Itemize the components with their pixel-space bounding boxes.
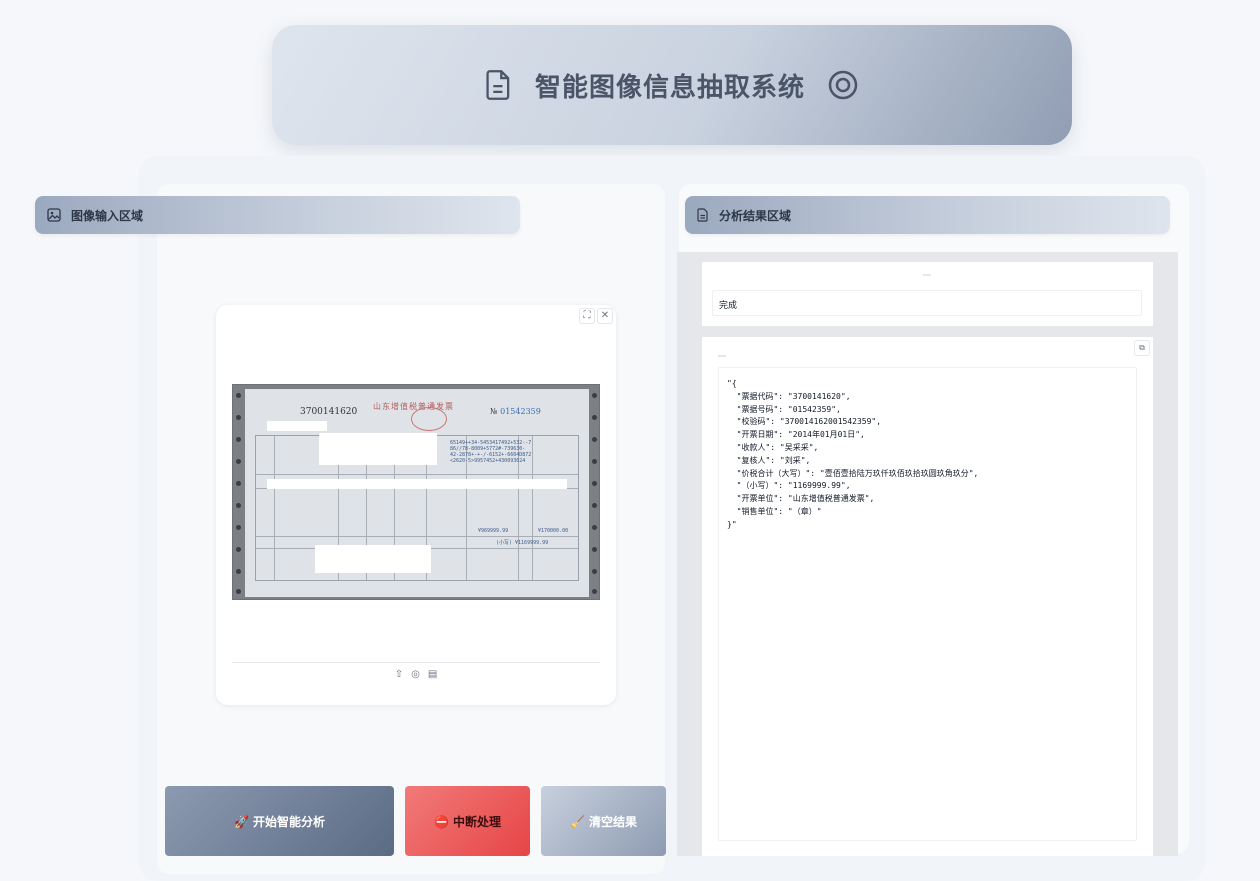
- status-field: 完成: [712, 290, 1142, 316]
- webcam-icon[interactable]: ◎: [411, 669, 420, 680]
- json-output[interactable]: "{ "票据代码": "3700141620", "票据号码": "015423…: [718, 367, 1137, 841]
- invoice-amount-a: ¥969999.99: [478, 528, 509, 534]
- invoice-cipher: 65149++34-5453417492+532--7 86//78-8009+…: [450, 440, 532, 464]
- invoice-total-small: (小写) ¥1169999.99: [496, 540, 549, 546]
- invoice-code: 3700141620: [300, 407, 358, 417]
- invoice-number: № 01542359: [490, 407, 541, 416]
- invoice-title: 山东增值税普通发票: [373, 402, 454, 411]
- close-icon[interactable]: ✕: [597, 308, 613, 324]
- fullscreen-icon[interactable]: ⛶: [579, 308, 595, 324]
- input-section-title: 图像输入区域: [71, 208, 144, 223]
- document-icon: [486, 70, 510, 100]
- invoice-amount-b: ¥170000.00: [538, 528, 569, 534]
- stop-button[interactable]: ⛔ 中断处理: [405, 786, 530, 856]
- clipboard-icon[interactable]: ▤: [428, 669, 437, 680]
- result-area: 完成 ⧉ "{ "票据代码": "3700141620", "票据号码": "0…: [677, 252, 1178, 856]
- clear-results-button[interactable]: 🧹 清空结果: [541, 786, 666, 856]
- invoice-image: 3700141620 山东增值税普通发票 № 01542359 65149++3…: [232, 384, 600, 600]
- copy-icon[interactable]: ⧉: [1134, 340, 1150, 356]
- document-icon: [697, 208, 708, 222]
- result-section-header: 分析结果区域: [685, 196, 1170, 234]
- input-section-header: 图像输入区域: [35, 196, 520, 234]
- target-icon: [828, 70, 858, 100]
- status-box: 完成: [702, 262, 1153, 326]
- image-icon: [47, 208, 61, 222]
- image-upload-card[interactable]: ⛶ ✕ 3700141620 山东增值税普通发票 № 01542359 6514…: [216, 305, 616, 705]
- result-section-title: 分析结果区域: [719, 208, 792, 223]
- page-title: 智能图像信息抽取系统: [534, 72, 805, 103]
- app-header: 智能图像信息抽取系统: [272, 25, 1072, 145]
- upload-icon[interactable]: ⇧: [395, 669, 403, 680]
- start-analysis-button[interactable]: 🚀 开始智能分析: [165, 786, 394, 856]
- json-output-box: ⧉ "{ "票据代码": "3700141620", "票据号码": "0154…: [702, 337, 1153, 856]
